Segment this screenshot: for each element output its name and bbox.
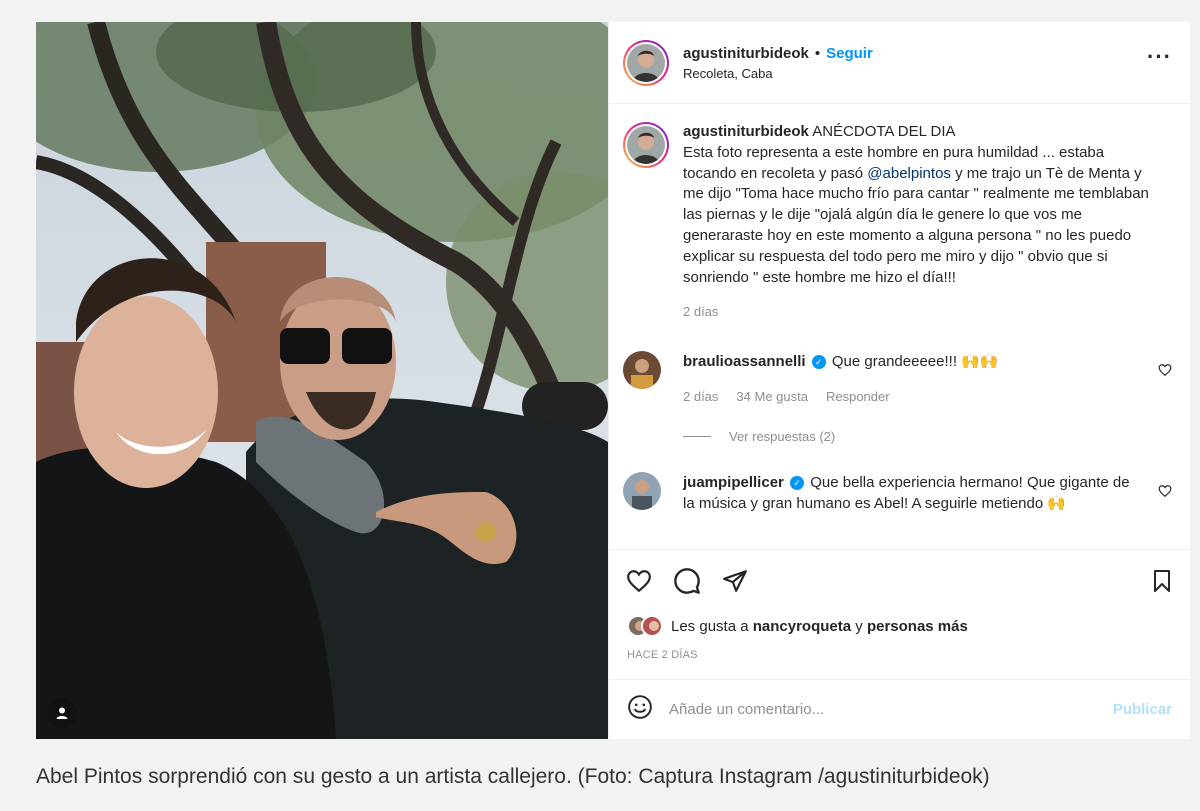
comments-area: agustiniturbideok ANÉCDOTA DEL DIA Esta … xyxy=(609,104,1190,549)
like-comment-heart-icon[interactable] xyxy=(1158,484,1172,503)
follow-button[interactable]: Seguir xyxy=(826,45,873,62)
avatar xyxy=(627,43,665,82)
avatar xyxy=(641,615,663,637)
comment-time[interactable]: 2 días xyxy=(683,386,718,407)
add-comment-bar: Publicar xyxy=(609,679,1190,739)
verified-badge-icon: ✓ xyxy=(811,355,826,370)
caption-avatar-ring[interactable] xyxy=(623,122,669,168)
posted-ago[interactable]: HACE 2 DÍAS xyxy=(609,641,1190,679)
comment-username[interactable]: juampipellicer xyxy=(683,474,784,491)
post-sidebar: agustiniturbideok • Seguir Recoleta, Cab… xyxy=(608,22,1190,739)
likes-connector: y xyxy=(855,617,863,635)
caption-title: ANÉCDOTA DEL DIA xyxy=(812,123,956,140)
view-replies-label: Ver respuestas (2) xyxy=(729,429,836,445)
caption-username[interactable]: agustiniturbideok xyxy=(683,123,809,140)
avatar xyxy=(627,126,665,164)
caption-text-2: y me trajo un Tè de Menta y me dijo "Tom… xyxy=(683,164,1149,286)
publish-button[interactable]: Publicar xyxy=(1113,701,1172,718)
post-caption: agustiniturbideok ANÉCDOTA DEL DIA Esta … xyxy=(623,122,1174,323)
comment-item: juampipellicer ✓ Que bella experiencia h… xyxy=(623,472,1174,514)
mention-link[interactable]: @abelpintos xyxy=(867,165,951,182)
reply-button[interactable]: Responder xyxy=(826,386,890,407)
comment-username[interactable]: braulioassannelli xyxy=(683,353,806,370)
tagged-users-button[interactable] xyxy=(47,698,77,728)
avatar[interactable] xyxy=(623,351,661,390)
story-ring[interactable] xyxy=(623,39,669,86)
post-photo[interactable] xyxy=(36,22,608,739)
likes-prefix: Les gusta a xyxy=(671,617,749,635)
comment-item: braulioassannelli ✓ Que grandeeeee!!! 🙌🙌… xyxy=(623,351,1174,407)
user-icon xyxy=(56,707,68,719)
comment-likes[interactable]: 34 Me gusta xyxy=(736,386,808,407)
selfie-image xyxy=(36,22,608,739)
separator-dot: • xyxy=(814,44,821,62)
like-heart-icon[interactable] xyxy=(625,568,653,594)
more-options-icon[interactable]: ··· xyxy=(1147,46,1172,68)
post-header: agustiniturbideok • Seguir Recoleta, Cab… xyxy=(609,22,1190,104)
likes-summary: Les gusta a nancyroqueta y personas más xyxy=(609,611,1190,641)
caption-time: 2 días xyxy=(683,304,719,320)
share-paper-plane-icon[interactable] xyxy=(721,568,749,594)
emoji-icon[interactable] xyxy=(627,694,653,725)
view-replies-button[interactable]: Ver respuestas (2) xyxy=(683,429,1174,444)
like-comment-heart-icon[interactable] xyxy=(1158,363,1172,382)
liker-username[interactable]: nancyroqueta xyxy=(753,618,851,635)
comment-text: Que grandeeeee!!! 🙌🙌 xyxy=(831,353,999,371)
verified-badge-icon: ✓ xyxy=(790,476,805,491)
avatar[interactable] xyxy=(623,472,661,511)
comment-bubble-icon[interactable] xyxy=(673,567,701,595)
save-bookmark-icon[interactable] xyxy=(1150,568,1174,594)
image-caption: Abel Pintos sorprendió con su gesto a un… xyxy=(36,765,990,788)
author-username[interactable]: agustiniturbideok xyxy=(683,45,809,62)
post-location[interactable]: Recoleta, Caba xyxy=(683,66,873,81)
likes-others-link[interactable]: personas más xyxy=(867,618,968,635)
instagram-post: agustiniturbideok • Seguir Recoleta, Cab… xyxy=(36,22,1190,739)
post-actions xyxy=(609,549,1190,611)
comment-input[interactable] xyxy=(669,701,1113,718)
